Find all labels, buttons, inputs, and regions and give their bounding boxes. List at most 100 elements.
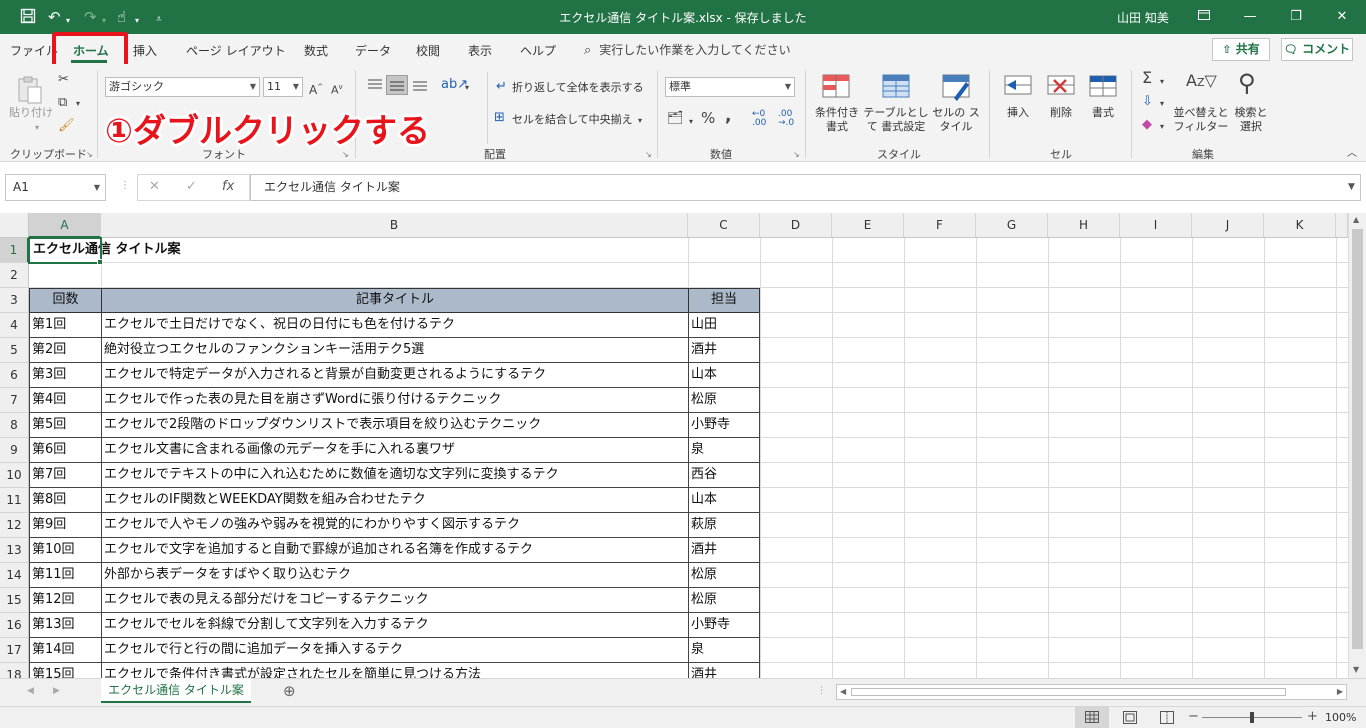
table-cell-owner[interactable]: 山本 [688, 363, 759, 387]
percent-icon[interactable]: % [701, 110, 715, 126]
delete-cells-icon[interactable] [1045, 72, 1077, 104]
row-header[interactable]: 2 [0, 263, 29, 288]
tab-review[interactable]: 校閲 [416, 42, 440, 59]
table-cell-number[interactable]: 第7回 [29, 463, 101, 487]
table-cell-owner[interactable]: 小野寺 [688, 613, 759, 637]
table-cell-number[interactable]: 第11回 [29, 563, 101, 587]
font-name-combo[interactable]: 游ゴシック ▼ [105, 77, 260, 97]
table-cell-number[interactable]: 第4回 [29, 388, 101, 412]
orientation-dropdown-icon[interactable]: ▾ [465, 80, 469, 96]
cut-icon[interactable]: ✂ [58, 72, 69, 88]
find-select-button[interactable]: 検索と 選択 [1231, 106, 1271, 134]
conditional-formatting-button[interactable]: 条件付き 書式 [811, 106, 863, 134]
paste-label[interactable]: 貼り付け [6, 106, 56, 120]
clear-icon[interactable]: ◆ [1142, 117, 1152, 133]
page-break-view-icon[interactable] [1160, 711, 1174, 724]
row-header[interactable]: 13 [0, 538, 29, 563]
row-header[interactable]: 15 [0, 588, 29, 613]
table-cell-owner[interactable]: 萩原 [688, 513, 759, 537]
name-box[interactable]: A1 ▼ [5, 174, 106, 201]
increase-decimal-icon[interactable]: ←0.00 [752, 110, 766, 128]
tab-data[interactable]: データ [355, 42, 391, 59]
ribbon-display-options-icon[interactable] [1189, 6, 1219, 28]
row-header[interactable]: 9 [0, 438, 29, 463]
table-cell-owner[interactable]: 山本 [688, 488, 759, 512]
align-middle-button[interactable] [386, 75, 408, 95]
share-button[interactable]: ⇧ 共有 [1212, 38, 1270, 61]
worksheet-grid[interactable]: A B C D E F G H I J K 1 2 3 4 5 6 7 8 9 … [0, 213, 1348, 678]
select-all-corner[interactable] [0, 213, 29, 238]
row-header[interactable]: 8 [0, 413, 29, 438]
row-header[interactable]: 17 [0, 638, 29, 663]
user-name[interactable]: 山田 知美 [1117, 9, 1169, 26]
column-header[interactable]: A [29, 213, 101, 238]
scroll-right-icon[interactable]: ▶ [1337, 687, 1343, 696]
column-header[interactable]: J [1192, 213, 1264, 238]
tab-insert[interactable]: 挿入 [133, 42, 157, 59]
align-top-icon[interactable] [367, 78, 383, 92]
table-header-owner[interactable]: 担当 [688, 288, 760, 313]
row-header[interactable]: 14 [0, 563, 29, 588]
accounting-dropdown-icon[interactable]: ▾ [689, 114, 693, 130]
vertical-scrollbar[interactable]: ▲ ▼ [1348, 213, 1366, 678]
format-as-table-button[interactable]: テーブルとして 書式設定 [860, 106, 932, 134]
tab-view[interactable]: 表示 [468, 42, 492, 59]
table-cell-title[interactable]: エクセルで2段階のドロップダウンリストで表示項目を絞り込むテクニック [101, 413, 688, 437]
column-header[interactable]: D [760, 213, 832, 238]
table-cell-number[interactable]: 第14回 [29, 638, 101, 662]
row-header[interactable]: 11 [0, 488, 29, 513]
minimize-icon[interactable]: — [1235, 6, 1265, 28]
autosum-icon[interactable]: Σ [1142, 70, 1152, 86]
restore-icon[interactable]: ❐ [1281, 6, 1311, 28]
table-cell-number[interactable]: 第2回 [29, 338, 101, 362]
comment-button[interactable]: 🗨 コメント [1281, 38, 1353, 61]
wrap-text-button[interactable]: 折り返して全体を表示する [512, 81, 644, 95]
insert-cells-button[interactable]: 挿入 [1002, 106, 1034, 120]
sort-filter-icon[interactable]: AZ▽ [1186, 72, 1217, 92]
scroll-down-icon[interactable]: ▼ [1353, 665, 1359, 674]
decrease-font-icon[interactable]: Av [331, 79, 343, 99]
table-cell-owner[interactable]: 泉 [688, 438, 759, 462]
paste-dropdown-icon[interactable]: ▾ [35, 120, 39, 136]
tab-page-layout[interactable]: ページ レイアウト [186, 42, 286, 59]
row-header[interactable]: 5 [0, 338, 29, 363]
table-cell-owner[interactable]: 酒井 [688, 338, 759, 362]
horizontal-scroll-thumb[interactable] [851, 688, 1286, 696]
column-header[interactable]: F [904, 213, 976, 238]
table-cell-number[interactable]: 第6回 [29, 438, 101, 462]
comma-style-icon[interactable]: , [725, 108, 731, 125]
expand-formula-icon[interactable]: ▼ [1348, 182, 1355, 192]
table-cell-title[interactable]: エクセルで表の見える部分だけをコピーするテクニック [101, 588, 688, 612]
sheet-tab-active[interactable]: エクセル通信 タイトル案 [101, 678, 251, 703]
format-as-table-icon[interactable] [880, 72, 912, 104]
number-format-combo[interactable]: 標準 ▼ [665, 77, 795, 97]
table-cell-title[interactable]: エクセルで作った表の見た目を崩さずWordに張り付けるテクニック [101, 388, 688, 412]
add-sheet-icon[interactable]: ⊕ [283, 682, 296, 700]
table-cell-owner[interactable]: 泉 [688, 638, 759, 662]
align-bottom-icon[interactable] [412, 78, 428, 92]
fill-icon[interactable]: ⇩ [1142, 94, 1153, 110]
copy-icon[interactable]: ⧉ [58, 95, 67, 111]
table-cell-number[interactable]: 第1回 [29, 313, 101, 337]
table-cell-owner[interactable]: 酒井 [688, 538, 759, 562]
insert-function-icon[interactable]: fx [222, 179, 234, 194]
tell-me-search[interactable]: ⌕ 実行したい作業を入力してください [584, 41, 791, 58]
row-header[interactable]: 16 [0, 613, 29, 638]
scroll-left-icon[interactable]: ◀ [840, 687, 846, 696]
format-cells-icon[interactable] [1087, 72, 1119, 104]
zoom-in-icon[interactable]: + [1307, 709, 1318, 724]
table-cell-owner[interactable]: 酒井 [688, 663, 759, 678]
table-cell-owner[interactable]: 松原 [688, 588, 759, 612]
alignment-launcher-icon[interactable]: ↘ [645, 150, 652, 159]
horizontal-scrollbar[interactable]: ◀ ▶ [836, 684, 1347, 700]
clipboard-launcher-icon[interactable]: ↘ [86, 150, 93, 159]
table-cell-title[interactable]: エクセル文書に含まれる画像の元データを手に入れる裏ワザ [101, 438, 688, 462]
enter-icon[interactable]: ✓ [186, 179, 197, 194]
column-header[interactable]: E [832, 213, 904, 238]
column-header[interactable]: B [101, 213, 688, 238]
row-header[interactable]: 1 [0, 238, 29, 263]
row-header[interactable]: 7 [0, 388, 29, 413]
formula-input[interactable]: エクセル通信 タイトル案 [250, 174, 1361, 201]
wrap-text-icon[interactable]: ↵ [496, 79, 507, 95]
paste-icon[interactable] [14, 74, 46, 106]
